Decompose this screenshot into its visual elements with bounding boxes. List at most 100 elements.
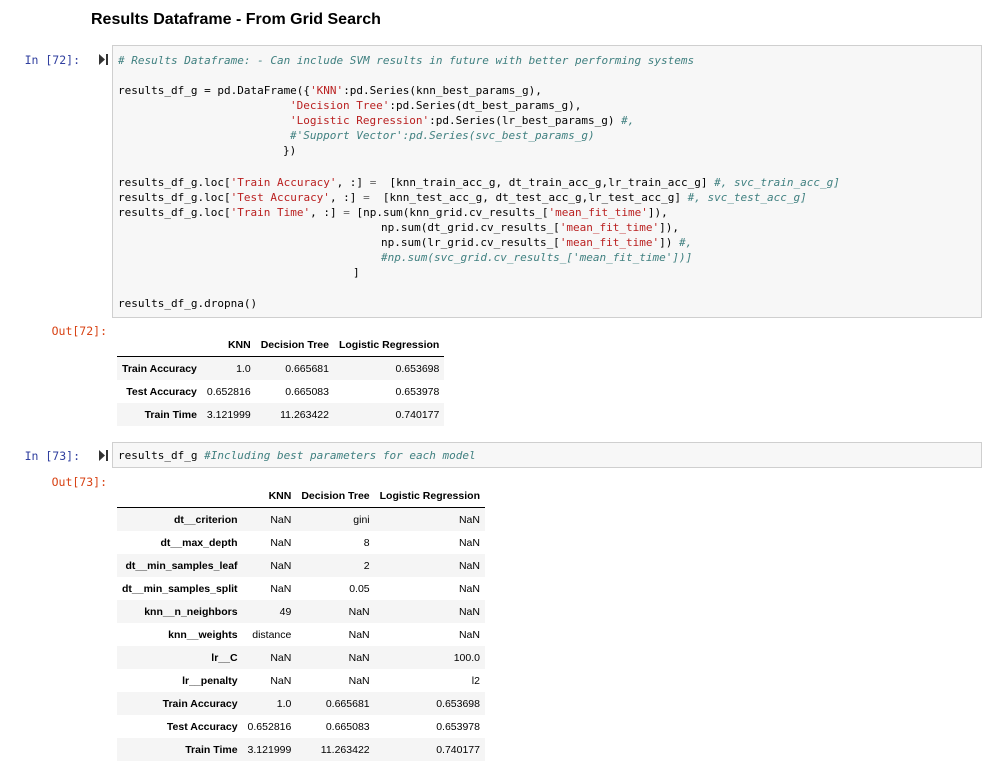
table-cell: NaN xyxy=(270,582,292,595)
notebook-page: Results Dataframe - From Grid Search In … xyxy=(0,0,991,775)
table-cell: 0.740177 xyxy=(395,408,440,421)
table-cell: 11.263422 xyxy=(320,743,370,756)
table-row: Train Accuracy 1.0 0.665681 0.653698 xyxy=(117,692,485,715)
code-cell-73[interactable]: results_df_g #Including best parameters … xyxy=(112,442,982,468)
table-row: dt__max_depth NaN 8 NaN xyxy=(117,531,485,554)
row-label: Test Accuracy xyxy=(166,720,238,733)
row-label: lr__C xyxy=(211,651,238,664)
table-cell: NaN xyxy=(458,559,480,572)
index-header xyxy=(117,333,202,357)
code-line: results_df_g.loc['Train Accuracy', :] = … xyxy=(118,176,840,189)
column-header: KNN xyxy=(242,484,297,508)
table-row: knn__weights distance NaN NaN xyxy=(117,623,485,646)
table-cell: NaN xyxy=(348,628,370,641)
table-cell: 11.263422 xyxy=(280,408,329,421)
table-cell: l2 xyxy=(471,674,480,687)
table-cell: 0.653698 xyxy=(436,697,480,710)
table-cell: NaN xyxy=(458,513,480,526)
code-line: #np.sum(svc_grid.cv_results_['mean_fit_t… xyxy=(381,251,693,264)
row-label: Test Accuracy xyxy=(126,385,197,398)
column-header: Logistic Regression xyxy=(374,484,485,508)
table-cell: 0.665681 xyxy=(285,362,329,375)
table-cell: NaN xyxy=(270,559,292,572)
row-label: knn__weights xyxy=(168,628,238,641)
code-line: #'Support Vector':pd.Series(svc_best_par… xyxy=(290,129,595,142)
table-cell: 3.121999 xyxy=(247,743,292,756)
row-label: Train Time xyxy=(144,408,197,421)
input-prompt-72: In [72]: xyxy=(24,53,80,67)
code-line: # Results Dataframe: - Can include SVM r… xyxy=(118,54,695,67)
table-cell: 0.665083 xyxy=(285,385,329,398)
code-line: ] xyxy=(353,266,360,279)
table-cell: 0.652816 xyxy=(247,720,292,733)
table-row: lr__C NaN NaN 100.0 xyxy=(117,646,485,669)
table-row: dt__min_samples_leaf NaN 2 NaN xyxy=(117,554,485,577)
table-cell: NaN xyxy=(348,674,370,687)
code-line: np.sum(dt_grid.cv_results_['mean_fit_tim… xyxy=(381,221,680,234)
column-header: Decision Tree xyxy=(296,484,375,508)
table-row: Train Accuracy 1.0 0.665681 0.653698 xyxy=(117,356,445,380)
table-cell: NaN xyxy=(348,605,370,618)
output-prompt-72: Out[72]: xyxy=(51,324,107,338)
table-cell: 100.0 xyxy=(453,651,480,664)
table-row: dt__criterion NaN gini NaN xyxy=(117,507,485,531)
table-row: dt__min_samples_split NaN 0.05 NaN xyxy=(117,577,485,600)
table-cell: NaN xyxy=(348,651,370,664)
table-cell: 2 xyxy=(363,559,370,572)
code-line: results_df_g #Including best parameters … xyxy=(118,449,476,462)
run-cell-icon[interactable] xyxy=(99,54,108,65)
row-label: dt__min_samples_leaf xyxy=(125,559,238,572)
table-cell: NaN xyxy=(458,536,480,549)
table-cell: 0.05 xyxy=(349,582,370,595)
run-cell-icon[interactable] xyxy=(99,450,108,461)
table-row: Test Accuracy 0.652816 0.665083 0.653978 xyxy=(117,715,485,738)
code-line: results_df_g = pd.DataFrame({'KNN':pd.Se… xyxy=(118,84,542,97)
input-prompt-73: In [73]: xyxy=(24,449,80,463)
table-cell: NaN xyxy=(270,513,292,526)
results-dataframe-table: KNN Decision Tree Logistic Regression Trai… xyxy=(117,333,445,426)
column-header: Decision Tree xyxy=(255,333,334,357)
index-header xyxy=(117,484,243,508)
table-cell: NaN xyxy=(458,605,480,618)
row-label: Train Accuracy xyxy=(162,697,238,710)
table-row: Train Time 3.121999 11.263422 0.740177 xyxy=(117,738,485,761)
table-cell: NaN xyxy=(458,628,480,641)
table-cell: 0.653698 xyxy=(395,362,440,375)
table-cell: 0.653978 xyxy=(395,385,440,398)
column-header: KNN xyxy=(201,333,256,357)
row-label: dt__min_samples_split xyxy=(122,582,238,595)
table-cell: 3.121999 xyxy=(206,408,251,421)
table-row: Test Accuracy 0.652816 0.665083 0.653978 xyxy=(117,380,444,403)
code-line: results_df_g.dropna() xyxy=(118,297,258,310)
table-row: knn__n_neighbors 49 NaN NaN xyxy=(117,600,485,623)
row-label: dt__criterion xyxy=(173,513,238,526)
table-cell: NaN xyxy=(270,651,292,664)
table-row: lr__penalty NaN NaN l2 xyxy=(117,669,485,692)
best-params-dataframe-table: KNN Decision Tree Logistic Regression dt__… xyxy=(117,484,485,761)
table-cell: 0.665681 xyxy=(325,697,370,710)
code-line: results_df_g.loc['Test Accuracy', :] = [… xyxy=(118,191,807,204)
table-cell: 0.665083 xyxy=(325,720,370,733)
row-label: Train Accuracy xyxy=(122,362,197,375)
table-cell: 8 xyxy=(363,536,370,549)
table-cell: 0.653978 xyxy=(436,720,480,733)
row-label: lr__penalty xyxy=(182,674,238,687)
code-line: results_df_g.loc['Train Time', :] = [np.… xyxy=(118,206,668,219)
table-cell: distance xyxy=(252,628,292,641)
table-cell: gini xyxy=(353,513,370,526)
table-cell: 0.652816 xyxy=(206,385,251,398)
code-cell-72[interactable]: # Results Dataframe: - Can include SVM r… xyxy=(112,45,982,318)
table-row: Train Time 3.121999 11.263422 0.740177 xyxy=(117,403,445,426)
table-cell: 1.0 xyxy=(236,362,251,375)
code-line: 'Logistic Regression':pd.Series(lr_best_… xyxy=(290,114,635,127)
table-cell: 0.740177 xyxy=(436,743,480,756)
table-cell: NaN xyxy=(270,536,292,549)
code-line: 'Decision Tree':pd.Series(dt_best_params… xyxy=(290,99,582,112)
row-label: Train Time xyxy=(185,743,238,756)
table-cell: 49 xyxy=(279,605,292,618)
table-cell: NaN xyxy=(270,674,292,687)
code-line: }) xyxy=(283,144,297,157)
row-label: knn__n_neighbors xyxy=(144,605,238,618)
output-prompt-73: Out[73]: xyxy=(51,475,107,489)
table-cell: NaN xyxy=(458,582,480,595)
